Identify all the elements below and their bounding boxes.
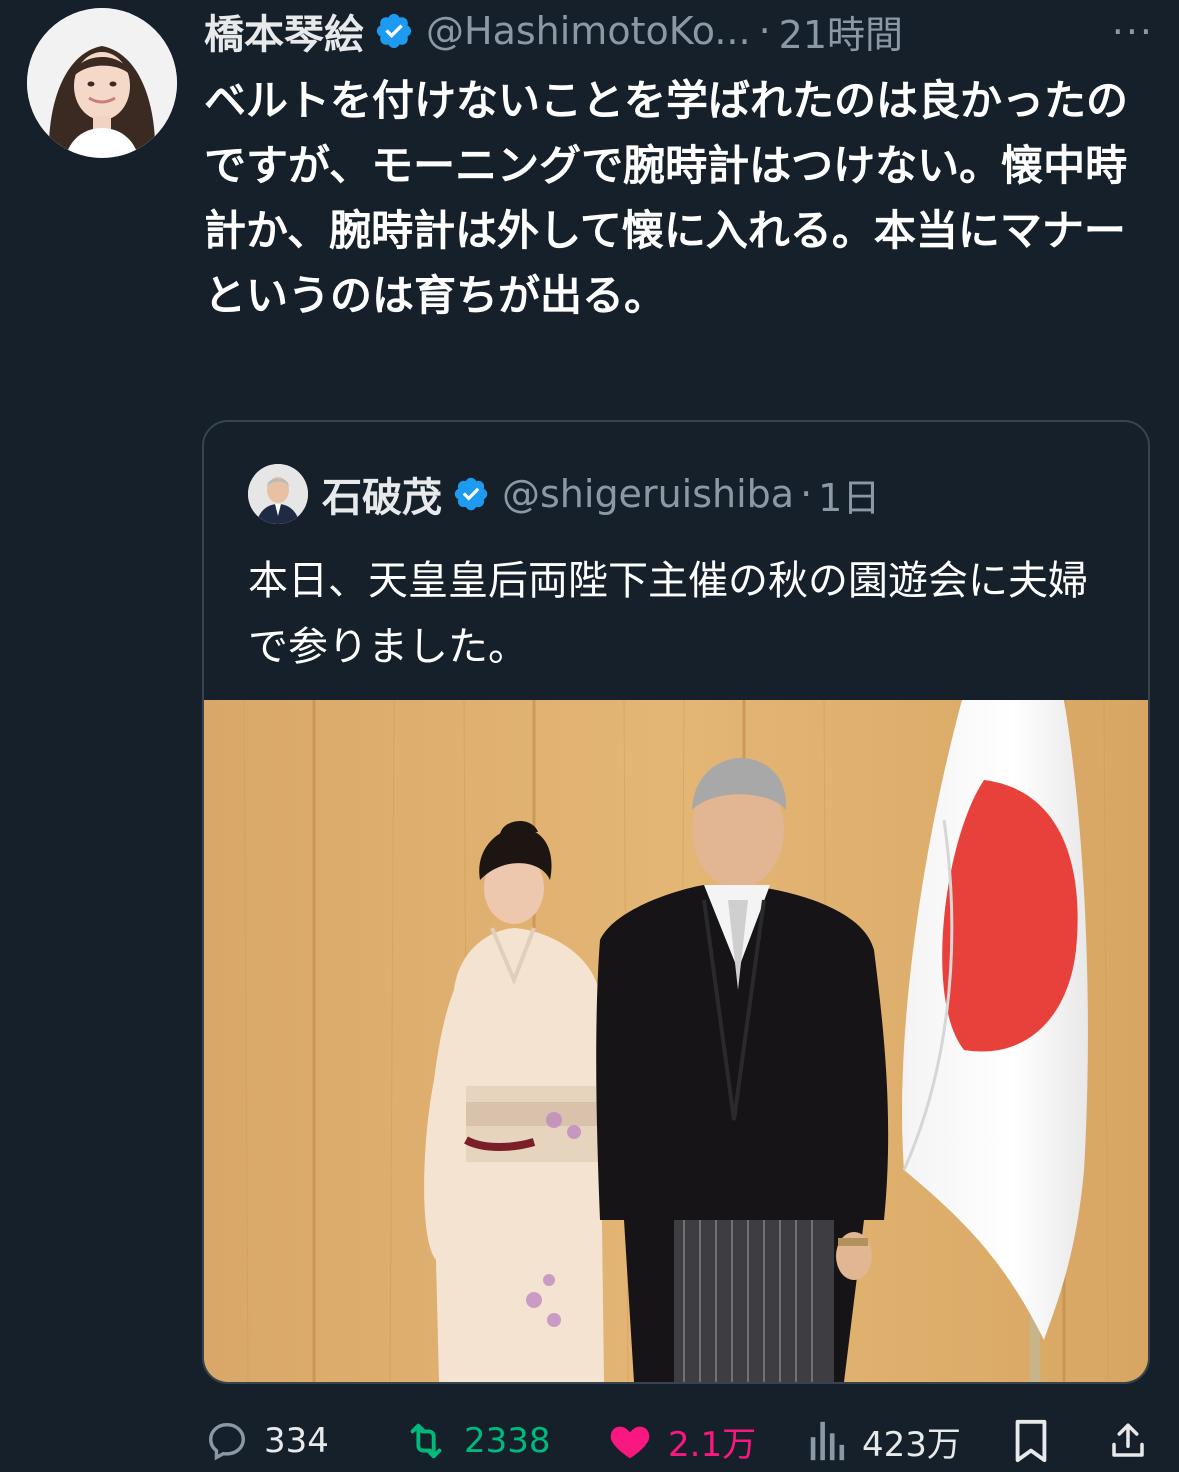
reply-button[interactable]: 334 [204,1410,329,1472]
share-button[interactable] [1107,1410,1149,1472]
verified-badge-icon [374,11,414,51]
quoted-photo[interactable] [204,700,1148,1382]
quoted-tweet-card[interactable]: 石破茂 @shigeruishiba · 1日 本日、天皇皇后両陛下主催の秋の園… [202,420,1150,1384]
tweet-text: ベルトを付けないことを学ばれたのは良かったのですが、モーニングで腕時計はつけない… [204,76,1129,320]
more-icon[interactable]: ··· [1112,10,1154,54]
retweet-icon [410,1423,442,1459]
quoted-author-name: 石破茂 [322,475,442,521]
heart-icon [610,1426,650,1459]
quoted-tweet-header: 石破茂 @shigeruishiba · 1日 [248,464,880,524]
views-count: 423万 [862,1424,961,1465]
quoted-timestamp: 1日 [818,475,881,520]
quoted-separator-dot: · [800,472,813,516]
tweet-timestamp[interactable]: 21時間 [779,4,903,59]
author-avatar[interactable] [27,8,177,158]
views-chart-icon [810,1421,845,1461]
reply-icon [208,1422,246,1461]
share-icon [1112,1423,1144,1457]
like-button[interactable]: 2.1万 [606,1410,756,1472]
bookmark-button[interactable] [1011,1410,1051,1472]
separator-dot: · [758,9,771,53]
retweet-button[interactable]: 2338 [402,1410,551,1472]
like-count: 2.1万 [668,1424,757,1465]
quoted-verified-badge-icon [452,475,490,513]
reply-count: 334 [264,1421,329,1461]
bookmark-icon [1015,1419,1047,1463]
quoted-tweet-text: 本日、天皇皇后両陛下主催の秋の園遊会に夫婦で参りました。 [248,558,1088,670]
author-name[interactable]: 橋本琴絵 [204,2,364,60]
author-handle[interactable]: @HashimotoKo... [426,9,751,53]
views-button[interactable]: 423万 [808,1410,961,1472]
quoted-author-handle: @shigeruishiba [502,472,795,516]
retweet-count: 2338 [464,1421,551,1461]
tweet: 橋本琴絵 @HashimotoKo... · 21時間 ··· ベルトを付けない… [0,0,1179,1472]
tweet-header: 橋本琴絵 @HashimotoKo... · 21時間 ··· [204,0,1154,62]
action-bar: 334 2338 2.1万 423万 [204,1410,1149,1472]
quoted-author-avatar [248,464,308,524]
